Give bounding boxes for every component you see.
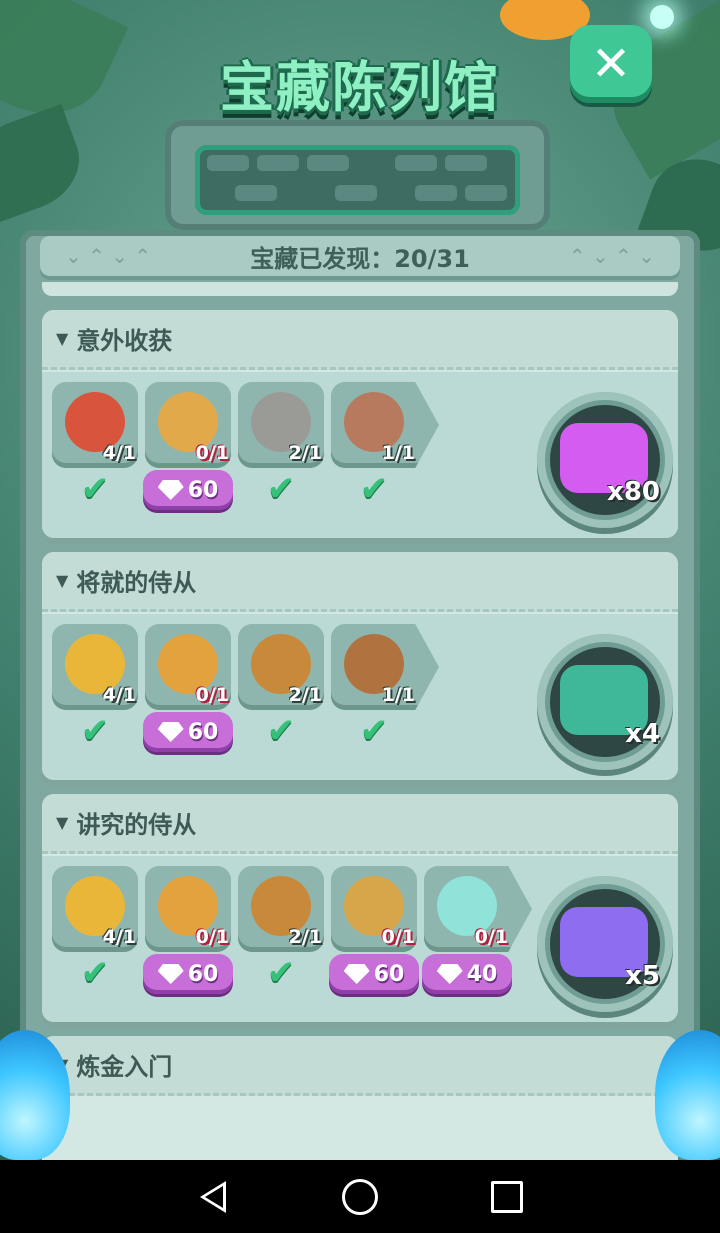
chevron-decoration: ⌄ ⌃ ⌄ ⌃: [65, 244, 152, 268]
page-title: 宝藏陈列馆: [220, 56, 500, 119]
list-top-edge: [42, 282, 678, 296]
item-count: 0/1: [195, 926, 229, 948]
back-icon: [200, 1180, 227, 1213]
panel-body: 4/1 ✔ 0/1 60 2/1 ✔ 0/1 60 0/1 40 x5: [42, 856, 678, 1022]
panel-header[interactable]: ▼ 意外收获: [42, 310, 678, 370]
sparkle-decoration: [650, 5, 674, 29]
panel-body: 4/1 ✔ 0/1 60 2/1 ✔ 1/1 ✔ x4: [42, 614, 678, 780]
buy-button[interactable]: 60: [329, 954, 419, 994]
item-count: 2/1: [288, 926, 322, 948]
check-icon: ✔: [359, 711, 389, 751]
reward-medallion[interactable]: x80: [537, 392, 673, 528]
item-count: 0/1: [381, 926, 415, 948]
close-button[interactable]: ✕: [570, 25, 652, 103]
collection-list[interactable]: ▼ 意外收获 4/1 ✔ 0/1 60 2/1 ✔ 1/1 ✔ x80 ▼ 将就的侍从 4/1 ✔ 0/1 60…: [42, 282, 678, 1160]
collection-panel: ▼炼金入门: [42, 1036, 678, 1160]
collection-panel: ▼ 意外收获 4/1 ✔ 0/1 60 2/1 ✔ 1/1 ✔ x80: [42, 310, 678, 538]
treasure-counter-bar: ⌄ ⌃ ⌄ ⌃ 宝藏已发现：20/31 ⌃ ⌄ ⌃ ⌄: [40, 236, 680, 276]
cost-value: 60: [187, 719, 219, 745]
gem-icon: [157, 964, 184, 984]
panel-title: 将就的侍从: [76, 569, 197, 597]
item-count: 4/1: [102, 926, 136, 948]
buy-button[interactable]: 60: [143, 712, 233, 752]
cost-value: 60: [187, 477, 219, 503]
check-icon: ✔: [266, 469, 296, 509]
item-count: 1/1: [381, 684, 415, 706]
reward-inner: x5: [550, 889, 660, 999]
treasure-counter: 宝藏已发现：20/31: [250, 244, 470, 273]
home-button[interactable]: [330, 1167, 390, 1227]
chevron-down-icon: ▼: [56, 571, 69, 590]
buy-button[interactable]: 40: [422, 954, 512, 994]
panel-header[interactable]: ▼ 将就的侍从: [42, 552, 678, 612]
gem-icon: [157, 722, 184, 742]
item-count: 2/1: [288, 442, 322, 464]
stone-slot: [195, 145, 520, 215]
chevron-down-icon: ▼: [56, 329, 69, 348]
title-banner: 宝藏陈列馆: [170, 35, 550, 130]
item-count: 2/1: [288, 684, 322, 706]
check-icon: ✔: [80, 469, 110, 509]
item-count: 0/1: [195, 442, 229, 464]
game-background: 宝藏陈列馆 ✕ ⌄ ⌃ ⌄ ⌃ 宝藏已发现：20/31 ⌃ ⌄ ⌃ ⌄ ▼ 意外收…: [0, 0, 720, 1160]
buy-button[interactable]: 60: [143, 954, 233, 994]
item-count: 4/1: [102, 442, 136, 464]
reward-inner: x4: [550, 647, 660, 757]
chevron-down-icon: ▼: [56, 813, 69, 832]
reward-medallion[interactable]: x5: [537, 876, 673, 1012]
chevron-decoration: ⌃ ⌄ ⌃ ⌄: [568, 244, 655, 268]
check-icon: ✔: [266, 953, 296, 993]
jungle-leaf: [0, 103, 93, 227]
check-icon: ✔: [359, 469, 389, 509]
buy-button[interactable]: 60: [143, 470, 233, 510]
recents-button[interactable]: [477, 1167, 537, 1227]
home-icon: [341, 1178, 378, 1215]
android-navbar: [0, 1160, 720, 1233]
reward-quantity: x4: [625, 719, 660, 749]
item-count: 4/1: [102, 684, 136, 706]
recents-icon: [490, 1180, 523, 1213]
back-button[interactable]: [183, 1167, 243, 1227]
gem-icon: [436, 964, 463, 984]
reward-quantity: x5: [625, 961, 660, 991]
cost-value: 60: [373, 961, 405, 987]
reward-inner: x80: [550, 405, 660, 515]
panel-header[interactable]: ▼ 讲究的侍从: [42, 794, 678, 854]
panel-header[interactable]: ▼炼金入门: [42, 1036, 678, 1096]
panel-title: 意外收获: [76, 327, 173, 355]
collection-panel: ▼ 讲究的侍从 4/1 ✔ 0/1 60 2/1 ✔ 0/1 60 0/1 40 x5: [42, 794, 678, 1022]
gem-icon: [157, 480, 184, 500]
cost-value: 40: [466, 961, 498, 987]
item-count: 0/1: [474, 926, 508, 948]
check-icon: ✔: [80, 711, 110, 751]
item-count: 0/1: [195, 684, 229, 706]
gem-icon: [343, 964, 370, 984]
close-icon: ✕: [590, 36, 632, 92]
reward-medallion[interactable]: x4: [537, 634, 673, 770]
cost-value: 60: [187, 961, 219, 987]
panel-body: 4/1 ✔ 0/1 60 2/1 ✔ 1/1 ✔ x80: [42, 372, 678, 538]
panel-title: 炼金入门: [76, 1053, 173, 1081]
check-icon: ✔: [266, 711, 296, 751]
reward-quantity: x80: [607, 477, 660, 507]
collection-panel: ▼ 将就的侍从 4/1 ✔ 0/1 60 2/1 ✔ 1/1 ✔ x4: [42, 552, 678, 780]
panel-title: 讲究的侍从: [76, 811, 197, 839]
check-icon: ✔: [80, 953, 110, 993]
item-count: 1/1: [381, 442, 415, 464]
